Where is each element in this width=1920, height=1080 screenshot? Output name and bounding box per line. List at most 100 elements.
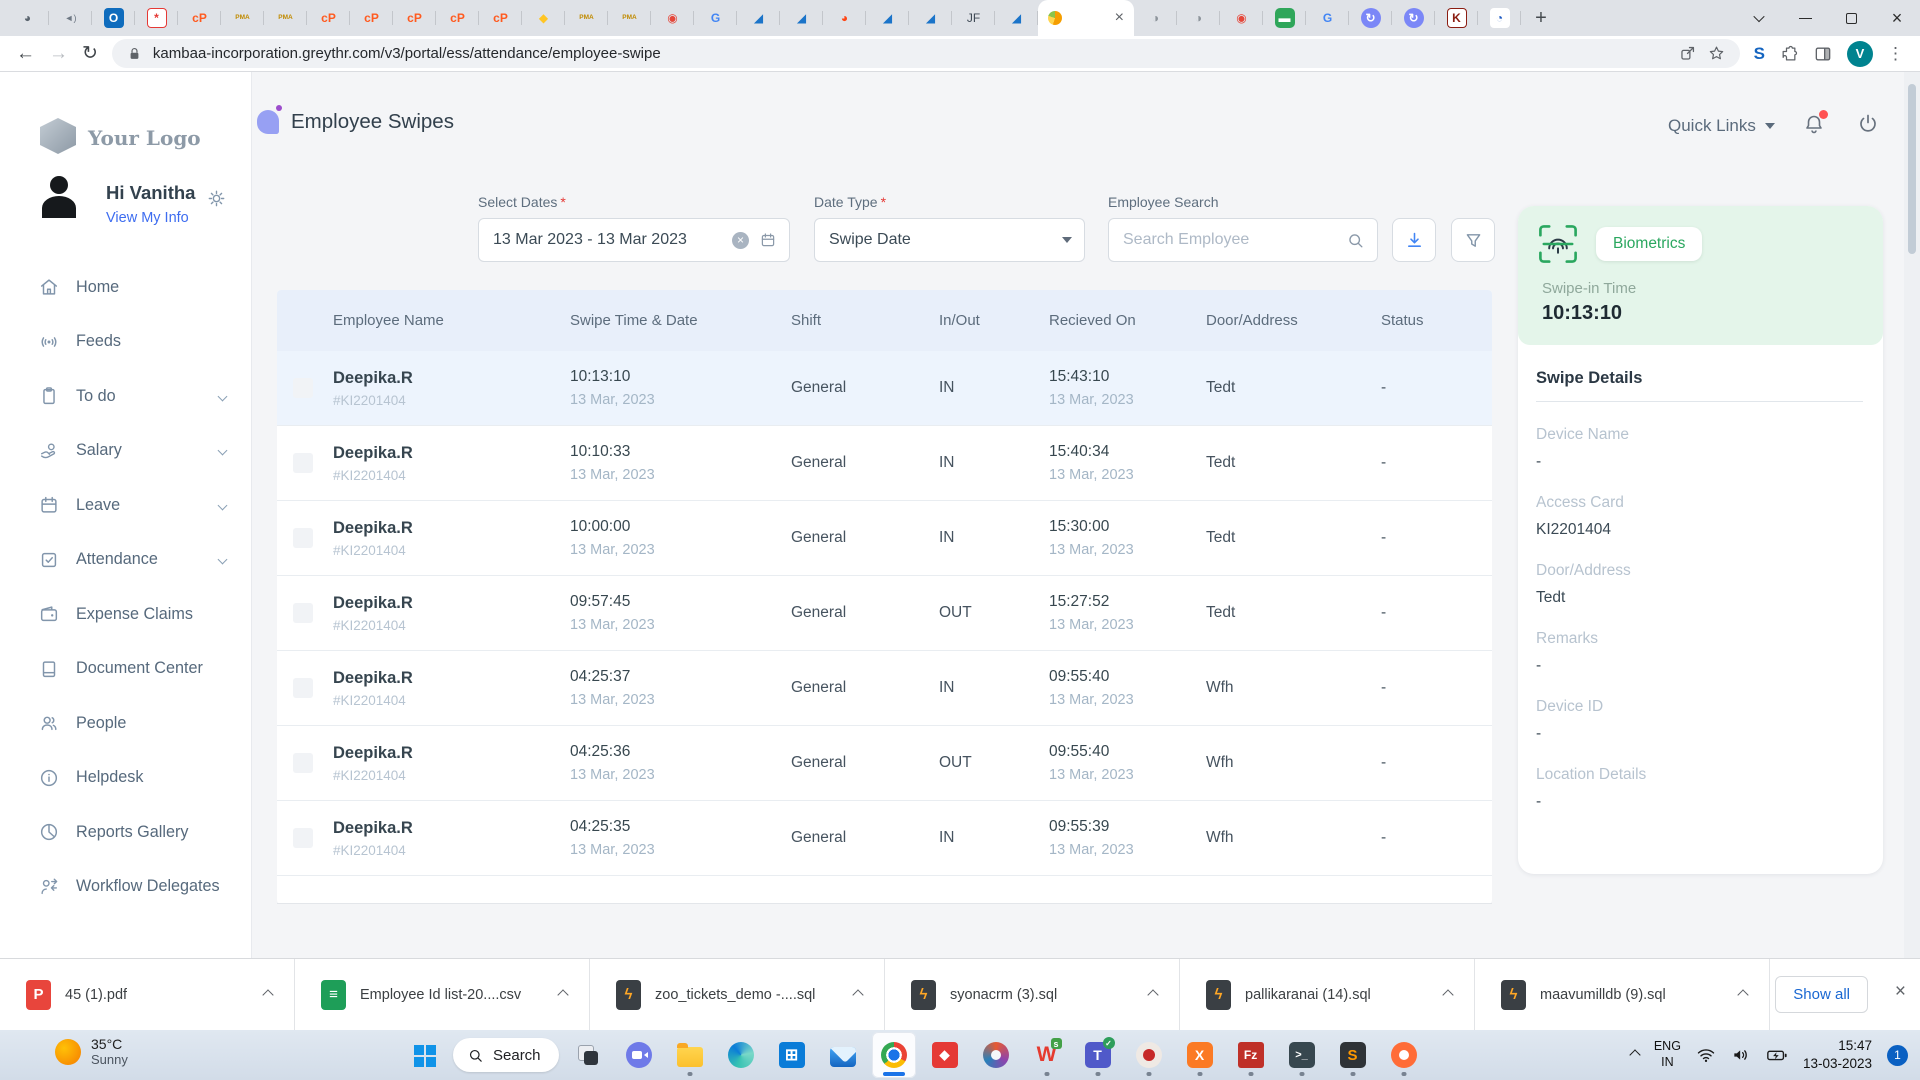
logout-power-icon[interactable] (1856, 112, 1880, 136)
task-view-button[interactable] (566, 1032, 610, 1078)
pinned-tab[interactable]: * (135, 0, 178, 36)
row-checkbox[interactable] (293, 378, 313, 398)
window-close-button[interactable]: × (1874, 0, 1920, 36)
pinned-tab[interactable]: ◉ (1220, 0, 1263, 36)
speaker-icon[interactable] (1731, 1045, 1751, 1065)
pinned-tab[interactable]: cP (436, 0, 479, 36)
row-checkbox[interactable] (293, 603, 313, 623)
weather-widget[interactable]: 35°C Sunny (55, 1036, 128, 1067)
search-icon[interactable] (1346, 231, 1365, 250)
notification-count-badge[interactable]: 1 (1887, 1045, 1908, 1066)
sidebar-item[interactable]: Attendance (0, 533, 252, 588)
pinned-tab[interactable]: PMA (565, 0, 608, 36)
taskbar-app[interactable]: X (1178, 1032, 1222, 1078)
pinned-tab[interactable]: ↻ (1392, 0, 1435, 36)
browser-menu-icon[interactable]: ⋮ (1887, 44, 1904, 64)
notifications-bell-icon[interactable] (1802, 112, 1826, 136)
sidebar-item[interactable]: Salary (0, 424, 252, 479)
pinned-tab[interactable]: ◢ (995, 0, 1038, 36)
chevron-up-icon[interactable] (557, 989, 568, 1000)
row-checkbox[interactable] (293, 828, 313, 848)
table-row[interactable]: Deepika.R #KI2201404 10:10:33 13 Mar, 20… (277, 426, 1492, 501)
biometrics-tag[interactable]: Biometrics (1596, 227, 1702, 261)
pinned-tab[interactable]: ↻ (1349, 0, 1392, 36)
taskbar-app[interactable]: ◆ (923, 1032, 967, 1078)
sidebar-item[interactable]: Leave (0, 478, 252, 533)
pinned-tab[interactable]: PMA (264, 0, 307, 36)
extension-s-icon[interactable]: S (1754, 44, 1765, 64)
sidebar-item[interactable]: Feeds (0, 315, 252, 370)
side-panel-icon[interactable] (1813, 44, 1833, 64)
sidebar-item[interactable]: Document Center (0, 642, 252, 697)
pinned-tab[interactable]: O (92, 0, 135, 36)
forward-icon[interactable]: → (49, 44, 68, 63)
sidebar-item[interactable]: Workflow Delegates (0, 860, 252, 915)
scrollbar-thumb[interactable] (1908, 84, 1916, 254)
reload-icon[interactable]: ↻ (82, 44, 98, 63)
table-row[interactable]: Deepika.R #KI2201404 04:25:36 13 Mar, 20… (277, 726, 1492, 801)
taskbar-app[interactable]: T (1076, 1032, 1120, 1078)
wifi-icon[interactable] (1696, 1045, 1716, 1065)
pinned-tab[interactable]: ◑ (1134, 0, 1177, 36)
pinned-tab[interactable]: PMA (221, 0, 264, 36)
row-checkbox[interactable] (293, 678, 313, 698)
taskbar-app[interactable]: Fz (1229, 1032, 1273, 1078)
pinned-tab[interactable]: ◉ (651, 0, 694, 36)
download-item[interactable]: ϟ pallikaranai (14).sql (1180, 959, 1475, 1030)
chevron-up-icon[interactable] (262, 989, 273, 1000)
date-range-input[interactable]: 13 Mar 2023 - 13 Mar 2023 × (478, 218, 790, 262)
pinned-tab[interactable]: ◔ (1478, 0, 1521, 36)
chevron-up-icon[interactable] (1442, 989, 1453, 1000)
sidebar-item[interactable]: Expense Claims (0, 587, 252, 642)
sidebar-item[interactable]: People (0, 696, 252, 751)
download-item[interactable]: ϟ syonacrm (3).sql (885, 959, 1180, 1030)
window-maximize-button[interactable] (1828, 0, 1874, 36)
user-avatar[interactable] (38, 174, 80, 218)
sidebar-item[interactable]: Helpdesk (0, 751, 252, 806)
page-scrollbar[interactable] (1904, 72, 1920, 958)
pinned-tab[interactable]: cP (307, 0, 350, 36)
quick-links-dropdown[interactable]: Quick Links (1668, 116, 1775, 136)
chevron-up-icon[interactable] (852, 989, 863, 1000)
tab-search-chevron[interactable] (1736, 0, 1782, 36)
download-item[interactable]: ϟ maavumilldb (9).sql (1475, 959, 1770, 1030)
profile-avatar[interactable]: V (1847, 41, 1873, 67)
pinned-tab[interactable]: cP (393, 0, 436, 36)
table-row[interactable]: Deepika.R #KI2201404 10:00:00 13 Mar, 20… (277, 501, 1492, 576)
pinned-tab[interactable]: G (694, 0, 737, 36)
download-item[interactable]: P 45 (1).pdf (0, 959, 295, 1030)
start-button[interactable] (402, 1032, 446, 1078)
battery-icon[interactable] (1766, 1044, 1788, 1066)
taskbar-app[interactable]: >_ (1280, 1032, 1324, 1078)
address-bar[interactable]: kambaa-incorporation.greythr.com/v3/port… (112, 39, 1740, 68)
pinned-tab[interactable]: ◢ (866, 0, 909, 36)
download-button[interactable] (1392, 218, 1436, 262)
sidebar-item[interactable]: Reports Gallery (0, 805, 252, 860)
clear-icon[interactable]: × (732, 232, 749, 249)
taskbar-app[interactable]: W (1025, 1032, 1069, 1078)
taskbar-app[interactable] (1382, 1032, 1426, 1078)
pinned-tab[interactable]: ◢ (737, 0, 780, 36)
share-icon[interactable] (1678, 44, 1697, 63)
taskbar-search[interactable]: Search (453, 1038, 559, 1072)
downloads-close-icon[interactable]: × (1895, 981, 1906, 1003)
show-all-button[interactable]: Show all (1775, 976, 1868, 1013)
download-item[interactable]: ≡ Employee Id list-20....csv (295, 959, 590, 1030)
filter-button[interactable] (1451, 218, 1495, 262)
clock-widget[interactable]: 15:47 13-03-2023 (1803, 1037, 1872, 1072)
pinned-tab[interactable]: cP (479, 0, 522, 36)
pinned-tab[interactable]: ◕ (823, 0, 866, 36)
pinned-tab[interactable]: cP (178, 0, 221, 36)
download-item[interactable]: ϟ zoo_tickets_demo -....sql (590, 959, 885, 1030)
sidebar-item[interactable]: Home (0, 260, 252, 315)
pinned-tab[interactable]: G (1306, 0, 1349, 36)
row-checkbox[interactable] (293, 753, 313, 773)
taskbar-app[interactable] (821, 1032, 865, 1078)
pinned-tab[interactable]: ◢ (780, 0, 823, 36)
pinned-tab[interactable]: ◢ (909, 0, 952, 36)
chevron-up-icon[interactable] (1147, 989, 1158, 1000)
table-row[interactable]: Deepika.R #KI2201404 04:25:37 13 Mar, 20… (277, 651, 1492, 726)
taskbar-app[interactable] (1127, 1032, 1171, 1078)
back-icon[interactable]: ← (16, 44, 35, 63)
window-minimize-button[interactable] (1782, 0, 1828, 36)
